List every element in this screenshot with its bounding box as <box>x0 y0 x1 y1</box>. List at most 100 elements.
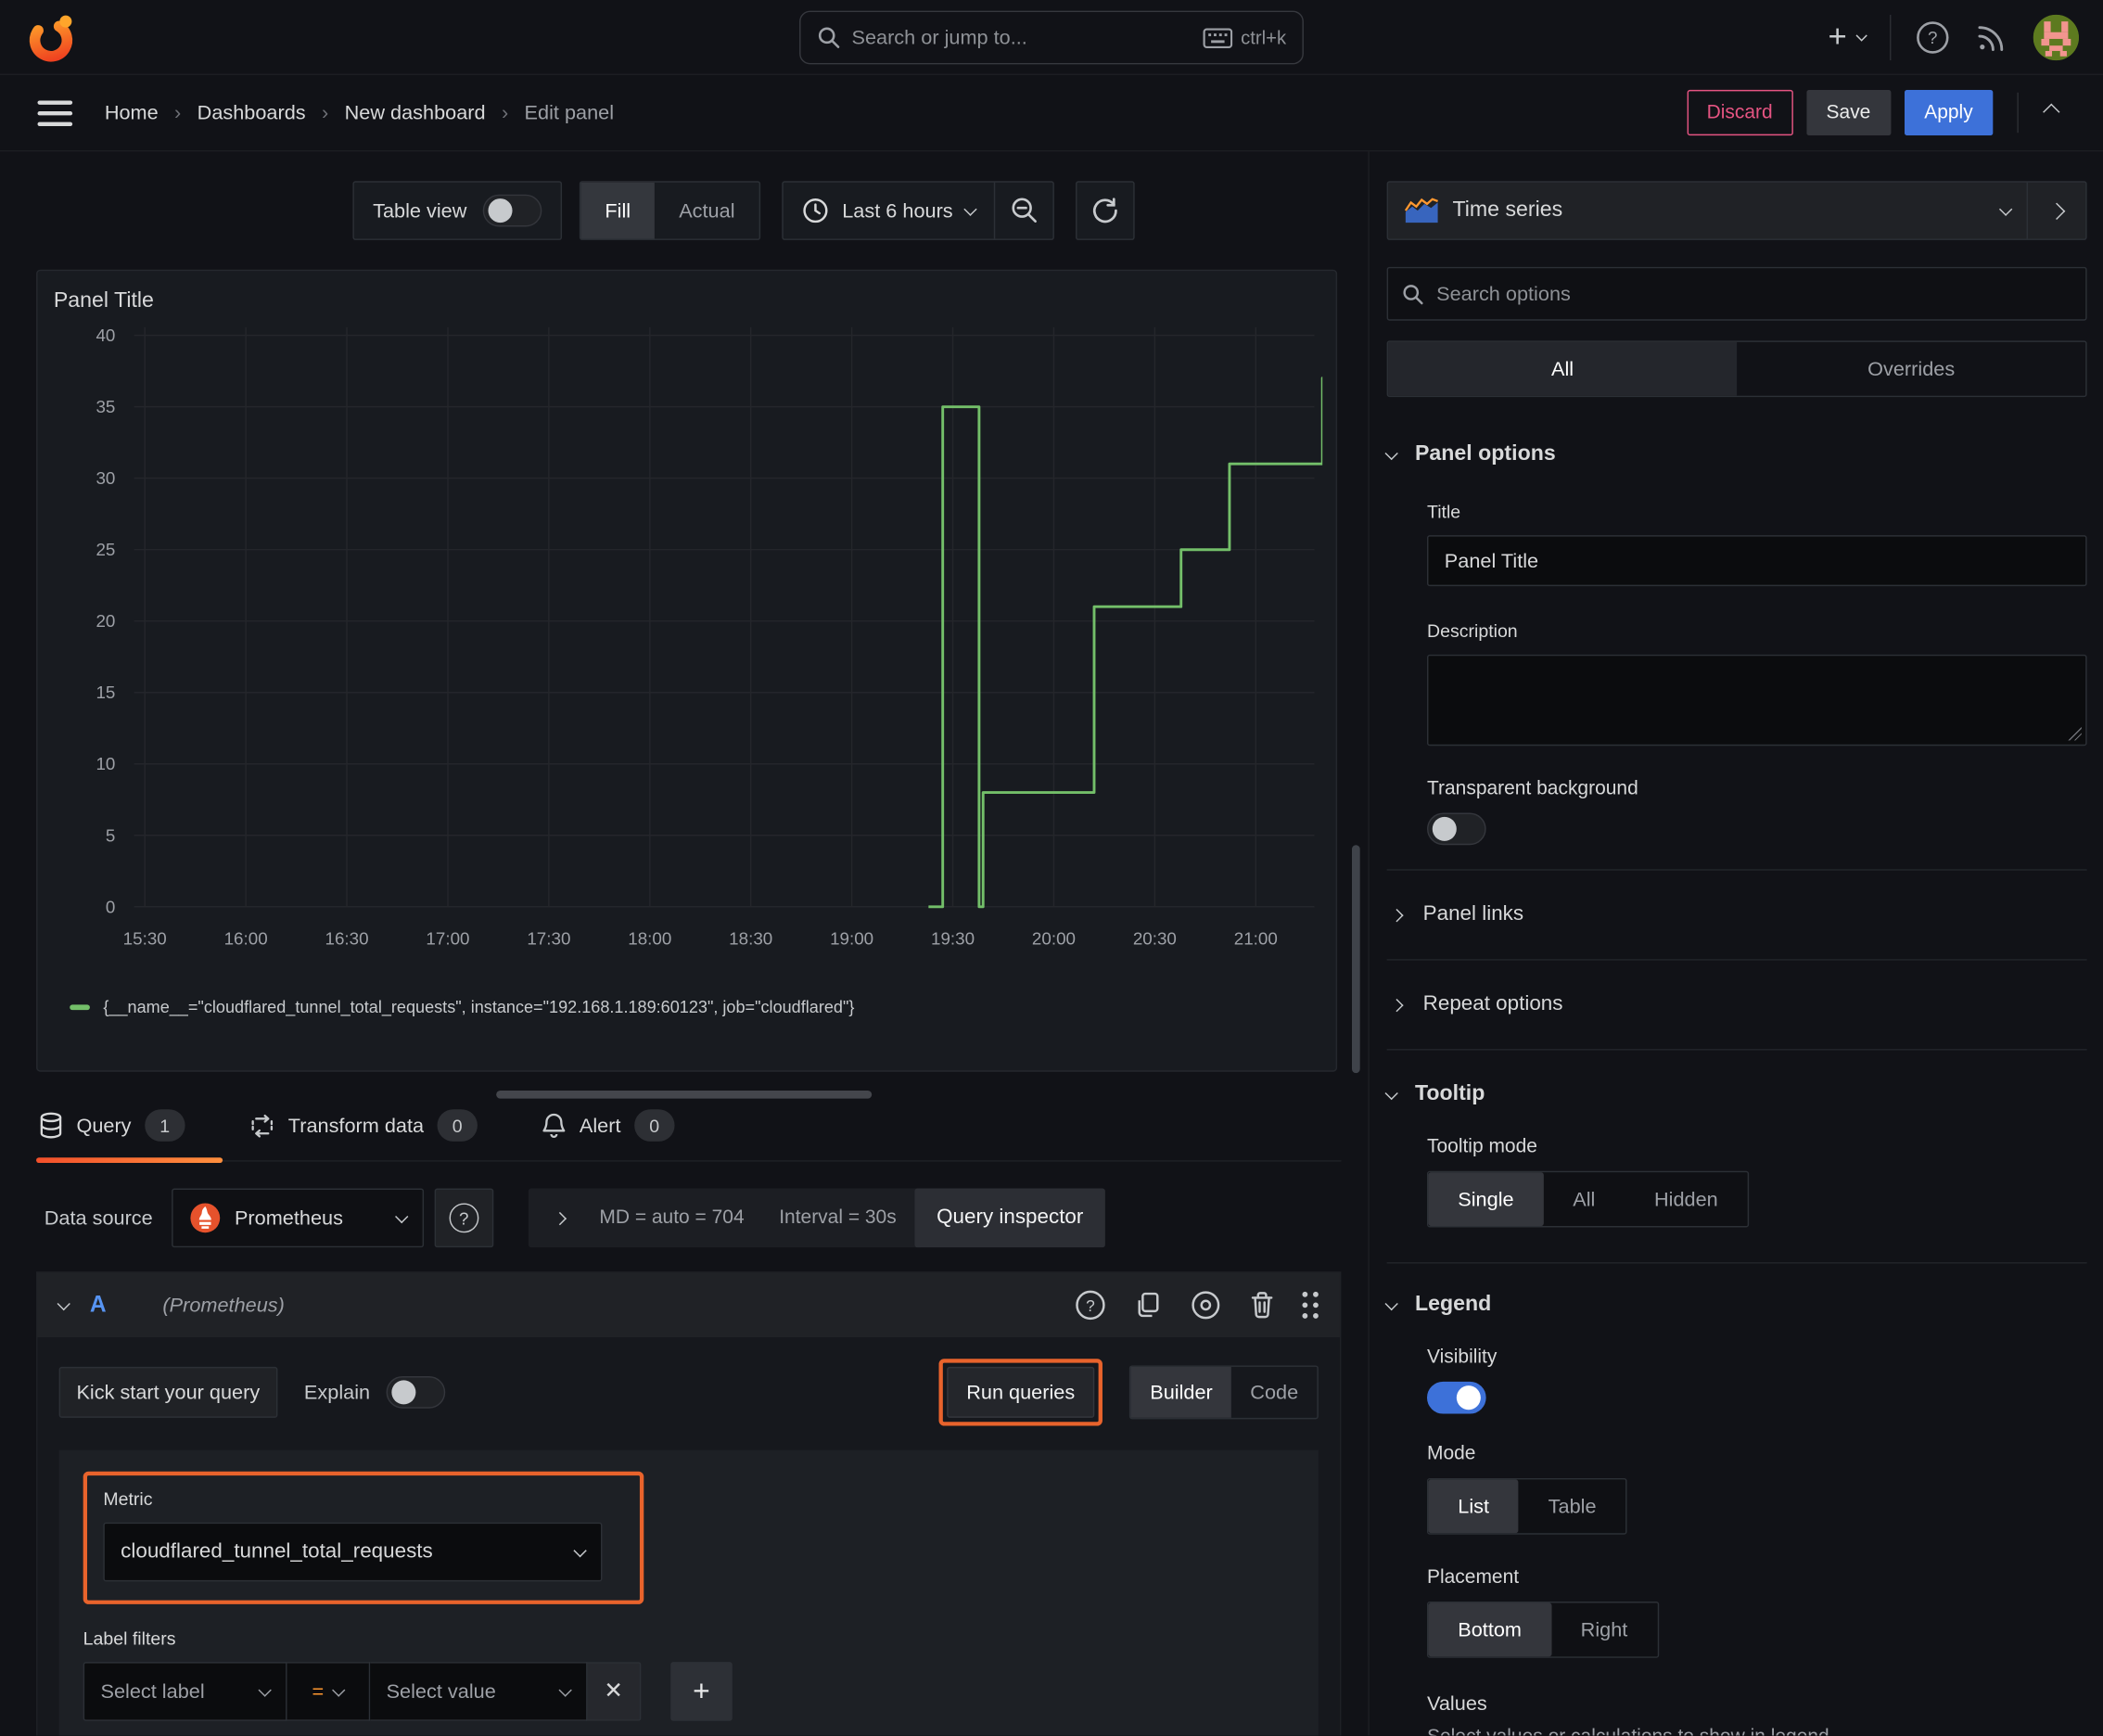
save-button[interactable]: Save <box>1805 89 1892 136</box>
options-search-input[interactable] <box>1436 282 2072 306</box>
time-series-chart[interactable]: 0 5 10 15 20 25 30 35 40 15:30 16:00 16:30 17:00 17:3… <box>51 313 1323 995</box>
mode-list-option[interactable]: List <box>1428 1479 1519 1534</box>
tooltip-single-option[interactable]: Single <box>1428 1172 1544 1227</box>
search-placeholder: Search or jump to... <box>851 26 1027 49</box>
panel-links-section[interactable]: Panel links <box>1390 895 2086 935</box>
query-options-row[interactable]: MD = auto = 704 Interval = 30s <box>528 1188 924 1248</box>
svg-text:40: 40 <box>96 326 115 345</box>
select-label-placeholder: Select label <box>100 1679 205 1704</box>
tab-overrides[interactable]: Overrides <box>1737 342 2085 396</box>
svg-text:35: 35 <box>96 397 115 416</box>
tooltip-hidden-option[interactable]: Hidden <box>1625 1172 1747 1226</box>
query-inspector-button[interactable]: Query inspector <box>914 1188 1105 1248</box>
legend-placement-switch: Bottom Right <box>1426 1602 1659 1658</box>
time-series-icon <box>1404 198 1439 224</box>
datasource-label: Data source <box>44 1206 153 1230</box>
tab-transform[interactable]: Transform data 0 <box>247 1096 480 1160</box>
search-shortcut: ctrl+k <box>1241 26 1287 49</box>
datasource-help-button[interactable]: ? <box>434 1188 494 1248</box>
expand-options-icon[interactable] <box>553 1211 567 1225</box>
fill-option[interactable]: Fill <box>580 182 656 239</box>
transparent-bg-toggle[interactable] <box>1426 812 1486 846</box>
tab-query[interactable]: Query 1 <box>36 1096 223 1164</box>
builder-option[interactable]: Builder <box>1130 1366 1232 1418</box>
discard-button[interactable]: Discard <box>1686 89 1793 136</box>
repeat-options-section[interactable]: Repeat options <box>1390 985 2086 1025</box>
svg-text:16:30: 16:30 <box>325 928 369 948</box>
resize-handle[interactable] <box>2068 726 2082 741</box>
tab-alert[interactable]: Alert 0 <box>539 1096 677 1160</box>
user-avatar[interactable] <box>2033 14 2079 60</box>
grafana-logo[interactable] <box>24 10 78 64</box>
nav-divider <box>2017 92 2019 134</box>
run-queries-button[interactable]: Run queries <box>946 1366 1095 1418</box>
collapse-query-icon[interactable] <box>57 1296 70 1310</box>
apply-button[interactable]: Apply <box>1904 89 1994 136</box>
description-textarea[interactable] <box>1426 654 2087 747</box>
placement-bottom-option[interactable]: Bottom <box>1428 1602 1551 1657</box>
query-toolbar: Kick start your query Explain Run querie… <box>37 1337 1339 1448</box>
select-label-dropdown[interactable]: Select label <box>83 1662 287 1721</box>
drag-handle-icon[interactable] <box>1302 1291 1319 1319</box>
table-view-toggle[interactable] <box>482 194 542 227</box>
actual-option[interactable]: Actual <box>655 183 758 239</box>
visualization-picker: Time series <box>1386 181 2087 240</box>
delete-query-icon[interactable] <box>1249 1290 1276 1320</box>
label-filter-row: Select label = Select value ✕ + <box>83 1662 1294 1721</box>
add-filter-button[interactable]: + <box>670 1662 733 1721</box>
time-range-button[interactable]: Last 6 hours <box>784 183 995 239</box>
select-value-dropdown[interactable]: Select value <box>370 1662 588 1721</box>
datasource-picker[interactable]: Prometheus <box>171 1188 424 1248</box>
menu-icon[interactable] <box>37 99 73 126</box>
query-header[interactable]: A (Prometheus) ? <box>37 1272 1340 1338</box>
visualization-name: Time series <box>1452 198 1563 222</box>
news-icon[interactable] <box>1974 19 2009 55</box>
help-icon[interactable]: ? <box>1915 19 1950 55</box>
panel-title-input[interactable] <box>1426 535 2087 587</box>
add-new-button[interactable]: + <box>1828 19 1867 56</box>
vertical-scrollbar[interactable] <box>1351 845 1360 1074</box>
breadcrumb-home[interactable]: Home <box>105 101 159 124</box>
metric-label: Metric <box>103 1488 153 1510</box>
transparent-bg-label: Transparent background <box>1426 777 1638 800</box>
visibility-label: Visibility <box>1426 1347 1498 1369</box>
prometheus-icon <box>189 1202 222 1234</box>
duplicate-query-icon[interactable] <box>1133 1290 1163 1320</box>
remove-filter-button[interactable]: ✕ <box>587 1662 642 1721</box>
panel-options-section[interactable]: Panel options <box>1384 442 2087 466</box>
refresh-button[interactable] <box>1076 181 1136 240</box>
svg-text:20: 20 <box>96 611 115 631</box>
metric-select[interactable]: cloudflared_tunnel_total_requests <box>103 1522 603 1582</box>
tooltip-section[interactable]: Tooltip <box>1384 1082 2087 1106</box>
run-queries-highlight: Run queries <box>937 1359 1103 1426</box>
tab-all[interactable]: All <box>1388 341 1738 396</box>
svg-text:18:30: 18:30 <box>729 928 772 948</box>
breadcrumb-dashboards[interactable]: Dashboards <box>198 101 306 124</box>
visualization-select[interactable]: Time series <box>1388 183 2026 239</box>
metric-highlight: Metric cloudflared_tunnel_total_requests <box>83 1471 644 1604</box>
query-editor-card: A (Prometheus) ? Kick start your query E… <box>36 1271 1342 1736</box>
kickstart-button[interactable]: Kick start your query <box>58 1366 278 1418</box>
global-search[interactable]: Search or jump to... ctrl+k <box>799 10 1304 65</box>
code-option[interactable]: Code <box>1231 1367 1317 1418</box>
legend-visibility-toggle[interactable] <box>1426 1381 1486 1414</box>
mode-table-option[interactable]: Table <box>1519 1479 1626 1533</box>
datasource-name: Prometheus <box>234 1206 343 1230</box>
grafana-app: Search or jump to... ctrl+k + ? Home › D… <box>0 0 2103 1736</box>
chart-legend[interactable]: {__name__="cloudflared_tunnel_total_requ… <box>70 998 1322 1016</box>
viz-suggestions-button[interactable] <box>2026 182 2086 239</box>
explain-toggle[interactable] <box>386 1376 446 1409</box>
zoom-out-button[interactable] <box>994 182 1054 239</box>
breadcrumb-new-dashboard[interactable]: New dashboard <box>345 101 486 124</box>
legend-section[interactable]: Legend <box>1384 1293 2087 1317</box>
svg-text:?: ? <box>1086 1296 1095 1315</box>
tooltip-all-option[interactable]: All <box>1543 1172 1625 1226</box>
options-search[interactable] <box>1386 266 2087 321</box>
toggle-visibility-icon[interactable] <box>1190 1289 1222 1321</box>
query-help-icon[interactable]: ? <box>1075 1289 1107 1321</box>
placement-right-option[interactable]: Right <box>1551 1602 1657 1656</box>
collapse-options-icon[interactable] <box>2037 93 2065 133</box>
svg-text:0: 0 <box>106 897 115 916</box>
operator-value: = <box>312 1679 325 1704</box>
operator-dropdown[interactable]: = <box>287 1662 371 1721</box>
